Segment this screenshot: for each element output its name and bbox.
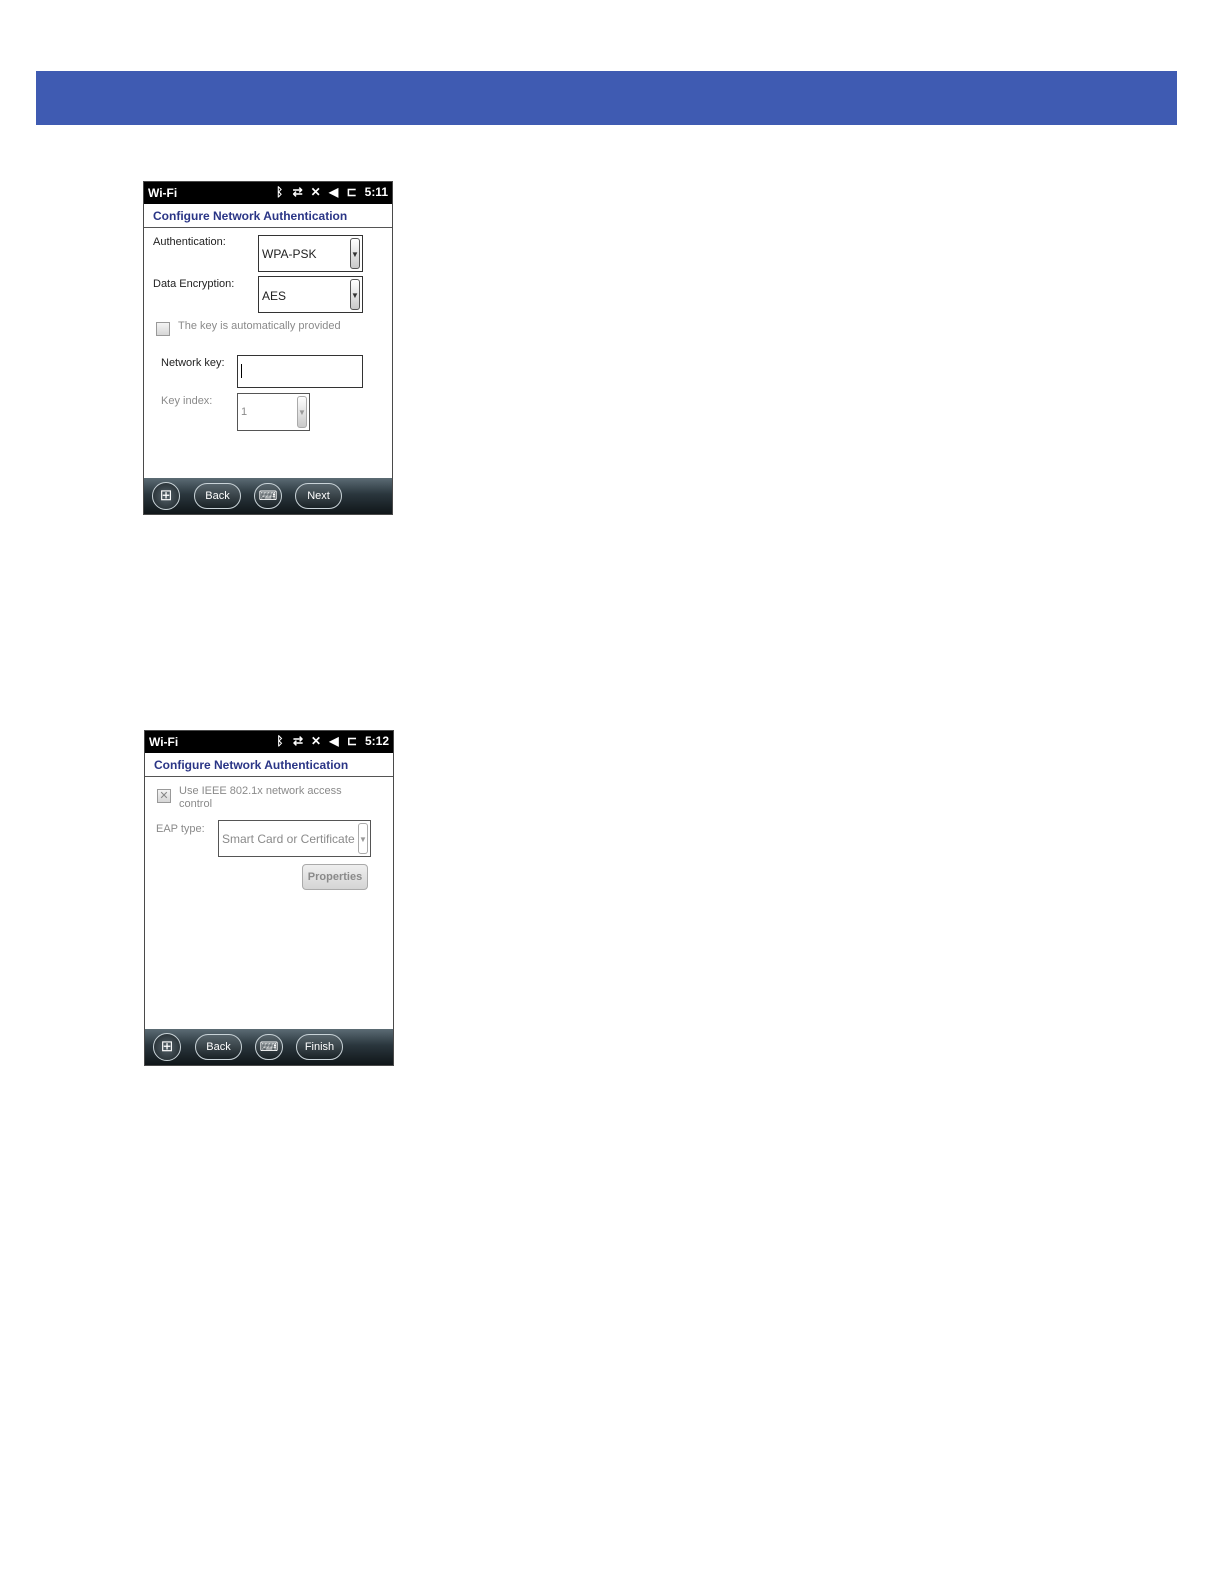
dropdown-arrow-icon[interactable]: ▼ [350, 279, 360, 310]
authentication-label: Authentication: [153, 236, 226, 248]
signal-off-icon[interactable]: ✕ [309, 734, 323, 748]
ieee-8021x-label-line2: control [179, 798, 213, 810]
text-caret [241, 364, 242, 378]
key-index-label: Key index: [161, 395, 213, 407]
keyboard-icon[interactable]: ⌨ [254, 483, 282, 509]
eap-type-select[interactable]: Smart Card or Certificate ▼ [218, 820, 371, 857]
sync-arrows-icon[interactable]: ⇄ [291, 734, 305, 748]
key-index-value: 1 [241, 406, 248, 418]
key-index-select[interactable]: 1 ▼ [237, 393, 310, 431]
sync-arrows-icon[interactable]: ⇄ [291, 185, 305, 199]
bluetooth-icon[interactable]: ᛒ [273, 185, 287, 199]
page-title: Configure Network Authentication [154, 758, 349, 772]
title-divider [145, 776, 393, 777]
clock[interactable]: 5:11 [365, 185, 388, 199]
dropdown-arrow-icon[interactable]: ▼ [297, 396, 307, 428]
data-encryption-select[interactable]: AES ▼ [258, 276, 363, 313]
network-key-input[interactable] [237, 355, 363, 388]
status-bar: Wi-Fi ᛒ ⇄ ✕ ◀ ⊏ 5:12 [145, 731, 393, 753]
authentication-select[interactable]: WPA-PSK ▼ [258, 235, 363, 272]
back-button[interactable]: Back [194, 483, 241, 509]
page-title: Configure Network Authentication [153, 209, 348, 223]
eap-type-label: EAP type: [156, 823, 205, 835]
dropdown-arrow-icon[interactable]: ▼ [350, 238, 360, 269]
signal-off-icon[interactable]: ✕ [309, 185, 323, 199]
data-encryption-label: Data Encryption: [153, 278, 235, 290]
device-screen-wpa-psk: Wi-Fi ᛒ ⇄ ✕ ◀ ⊏ 5:11 Configure Network A… [143, 181, 393, 515]
network-key-label: Network key: [161, 357, 225, 369]
finish-button[interactable]: Finish [296, 1034, 343, 1060]
bluetooth-icon[interactable]: ᛒ [273, 734, 287, 748]
back-button[interactable]: Back [195, 1034, 242, 1060]
start-windows-icon[interactable]: ⊞ [153, 1033, 181, 1061]
data-encryption-value: AES [262, 289, 287, 303]
authentication-value: WPA-PSK [262, 247, 317, 261]
battery-plug-icon[interactable]: ⊏ [345, 185, 359, 199]
status-icons: ᛒ ⇄ ✕ ◀ ⊏ 5:12 [273, 734, 389, 748]
dropdown-arrow-icon[interactable]: ▼ [358, 823, 368, 854]
clock[interactable]: 5:12 [365, 734, 389, 748]
soft-key-bar: ⊞ Back ⌨ Finish [145, 1029, 393, 1065]
keyboard-icon[interactable]: ⌨ [255, 1034, 283, 1060]
properties-button[interactable]: Properties [302, 864, 368, 890]
auto-key-label: The key is automatically provided [178, 320, 341, 332]
title-divider [144, 227, 392, 228]
auto-key-checkbox[interactable] [156, 322, 170, 336]
eap-type-value: Smart Card or Certificate [222, 832, 355, 846]
status-icons: ᛒ ⇄ ✕ ◀ ⊏ 5:11 [273, 185, 388, 199]
ieee-8021x-label-line1: Use IEEE 802.1x network access [179, 785, 342, 797]
soft-key-bar: ⊞ Back ⌨ Next [144, 478, 392, 514]
speaker-muted-icon[interactable]: ◀ [327, 734, 341, 748]
speaker-muted-icon[interactable]: ◀ [327, 185, 341, 199]
battery-plug-icon[interactable]: ⊏ [345, 734, 359, 748]
header-banner [36, 71, 1177, 125]
device-screen-8021x: Wi-Fi ᛒ ⇄ ✕ ◀ ⊏ 5:12 Configure Network A… [144, 730, 394, 1066]
status-bar: Wi-Fi ᛒ ⇄ ✕ ◀ ⊏ 5:11 [144, 182, 392, 204]
app-name: Wi-Fi [149, 735, 179, 749]
next-button[interactable]: Next [295, 483, 342, 509]
start-windows-icon[interactable]: ⊞ [152, 482, 180, 510]
ieee-8021x-checkbox[interactable]: ✕ [157, 789, 171, 803]
app-name: Wi-Fi [148, 186, 178, 200]
